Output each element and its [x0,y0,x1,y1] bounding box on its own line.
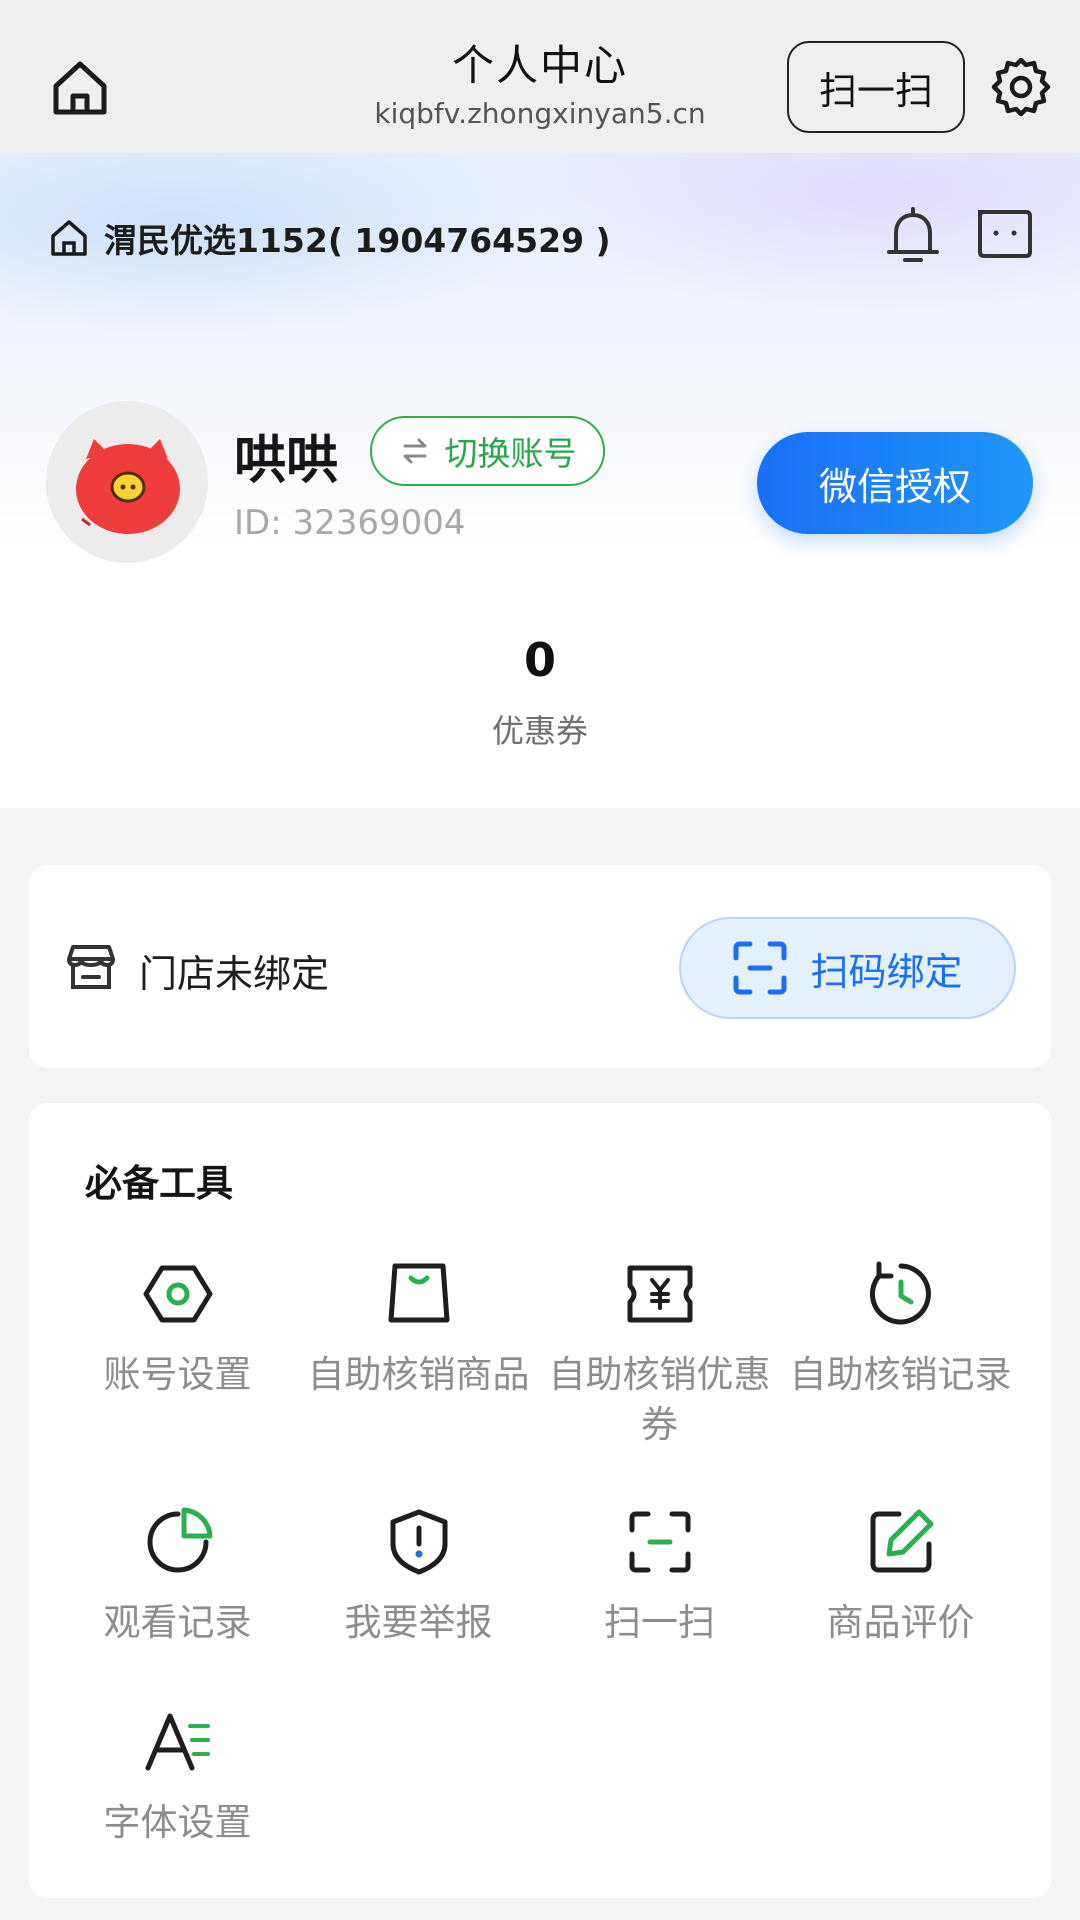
pig-avatar-icon [46,401,208,563]
bell-icon[interactable] [884,205,942,267]
tool-label: 自助核销商品 [307,1353,530,1396]
tool-label: 扫一扫 [604,1601,715,1644]
storefront-icon [67,945,115,989]
store-binding-card: 门店未绑定 扫码绑定 [29,865,1051,1068]
wechat-auth-button[interactable]: 微信授权 [757,432,1033,534]
tool-watch-history[interactable]: 观看记录 [57,1506,298,1648]
shopping-bag-icon [388,1263,449,1323]
user-id: ID: 32369004 [234,503,466,543]
switch-account-label: 切换账号 [444,434,577,473]
tool-report[interactable]: 我要举报 [298,1506,539,1648]
pie-chart-icon [147,1507,212,1573]
message-icon[interactable] [976,208,1034,260]
scan-bind-button[interactable]: 扫码绑定 [679,917,1016,1019]
scan-frame-icon [733,941,787,995]
scan-bind-label: 扫码绑定 [810,949,963,994]
tool-label: 字体设置 [103,1801,252,1844]
tool-self-verify-coupon[interactable]: 自助核销优惠券 [539,1258,780,1450]
store-name: 渭民优选1152( 1904764529 ) [104,221,611,260]
profile-page: 个人中心 kiqbfv.zhongxinyan5.cn 扫一扫 渭民优选1152… [0,0,1080,1920]
tool-self-verify-goods[interactable]: 自助核销商品 [298,1258,539,1400]
tool-font-settings[interactable]: 字体设置 [57,1706,298,1848]
user-header: 渭民优选1152( 1904764529 ) 哄哄 切换账号 ID: 32369… [0,153,1080,808]
swap-arrows-icon [403,438,426,464]
tool-label: 自助核销优惠券 [548,1353,771,1446]
gear-icon[interactable] [990,56,1052,118]
shield-alert-icon [390,1509,447,1575]
tool-self-verify-records[interactable]: 自助核销记录 [780,1258,1021,1400]
binding-status-text: 门店未绑定 [139,952,330,996]
edit-review-icon [870,1509,933,1573]
ticket-yen-icon [627,1265,692,1323]
hexagon-settings-icon [143,1265,212,1323]
tool-label: 观看记录 [103,1601,252,1644]
font-size-icon [145,1713,210,1771]
tools-card: 必备工具 账号设置 自助核销商品 自助核销优惠券 自助核销记录 观看记录 我要举… [29,1103,1051,1898]
avatar[interactable] [46,401,208,563]
tool-label: 我要举报 [344,1601,493,1644]
tool-label: 商品评价 [826,1601,975,1644]
history-clock-icon [869,1261,931,1325]
scan-button[interactable]: 扫一扫 [787,41,965,133]
tools-section-title: 必备工具 [85,1162,233,1205]
store-home-icon [51,220,87,256]
tool-scan[interactable]: 扫一扫 [539,1506,780,1648]
tool-product-review[interactable]: 商品评价 [780,1506,1021,1648]
tool-label: 账号设置 [103,1353,252,1396]
store-info[interactable]: 渭民优选1152( 1904764529 ) [48,213,611,263]
switch-account-button[interactable]: 切换账号 [370,416,605,486]
tool-label: 自助核销记录 [789,1353,1012,1396]
coupon-label[interactable]: 优惠券 [0,706,1080,752]
tool-account-settings[interactable]: 账号设置 [57,1258,298,1400]
coupon-count[interactable]: 0 [0,633,1080,687]
user-nickname: 哄哄 [234,431,339,491]
scan-icon [629,1511,690,1573]
top-navigation-bar: 个人中心 kiqbfv.zhongxinyan5.cn 扫一扫 [0,0,1080,153]
